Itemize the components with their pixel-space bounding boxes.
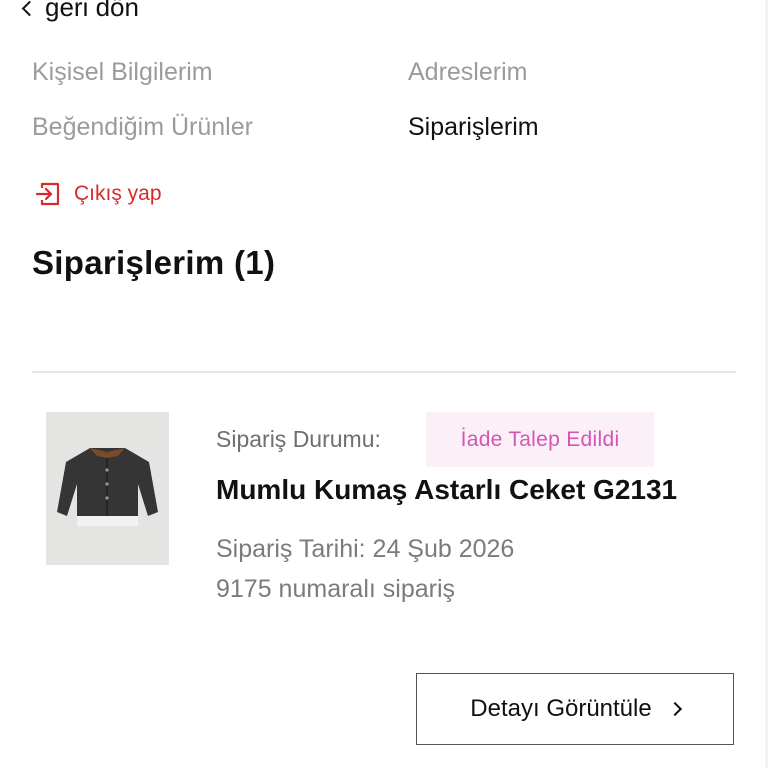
menu-item-favorites[interactable]: Beğendiğim Ürünler	[32, 113, 253, 142]
logout-label: Çıkış yap	[74, 182, 162, 205]
jacket-image	[46, 412, 169, 565]
view-details-label: Detayı Görüntüle	[470, 695, 652, 722]
back-link[interactable]: geri dön	[21, 0, 139, 23]
product-name[interactable]: Mumlu Kumaş Astarlı Ceket G2131	[216, 474, 677, 506]
chevron-left-icon	[21, 0, 38, 17]
menu-item-personal-info[interactable]: Kişisel Bilgilerim	[32, 58, 213, 87]
logout-icon	[35, 182, 60, 206]
divider	[32, 371, 736, 373]
view-details-button[interactable]: Detayı Görüntüle	[416, 673, 734, 745]
menu-item-orders[interactable]: Siparişlerim	[408, 113, 539, 142]
back-link-label: geri dön	[45, 0, 139, 22]
chevron-right-icon	[667, 701, 682, 717]
logout-button[interactable]: Çıkış yap	[34, 180, 162, 208]
order-status-label: Sipariş Durumu:	[216, 426, 381, 452]
order-date: Sipariş Tarihi: 24 Şub 2026	[216, 535, 515, 563]
page-title: Siparişlerim (1)	[32, 244, 276, 281]
product-thumbnail[interactable]	[46, 412, 169, 565]
order-number: 9175 numaralı sipariş	[216, 575, 456, 603]
status-badge: İade Talep Edildi	[426, 412, 654, 467]
menu-item-addresses[interactable]: Adreslerim	[408, 58, 527, 87]
